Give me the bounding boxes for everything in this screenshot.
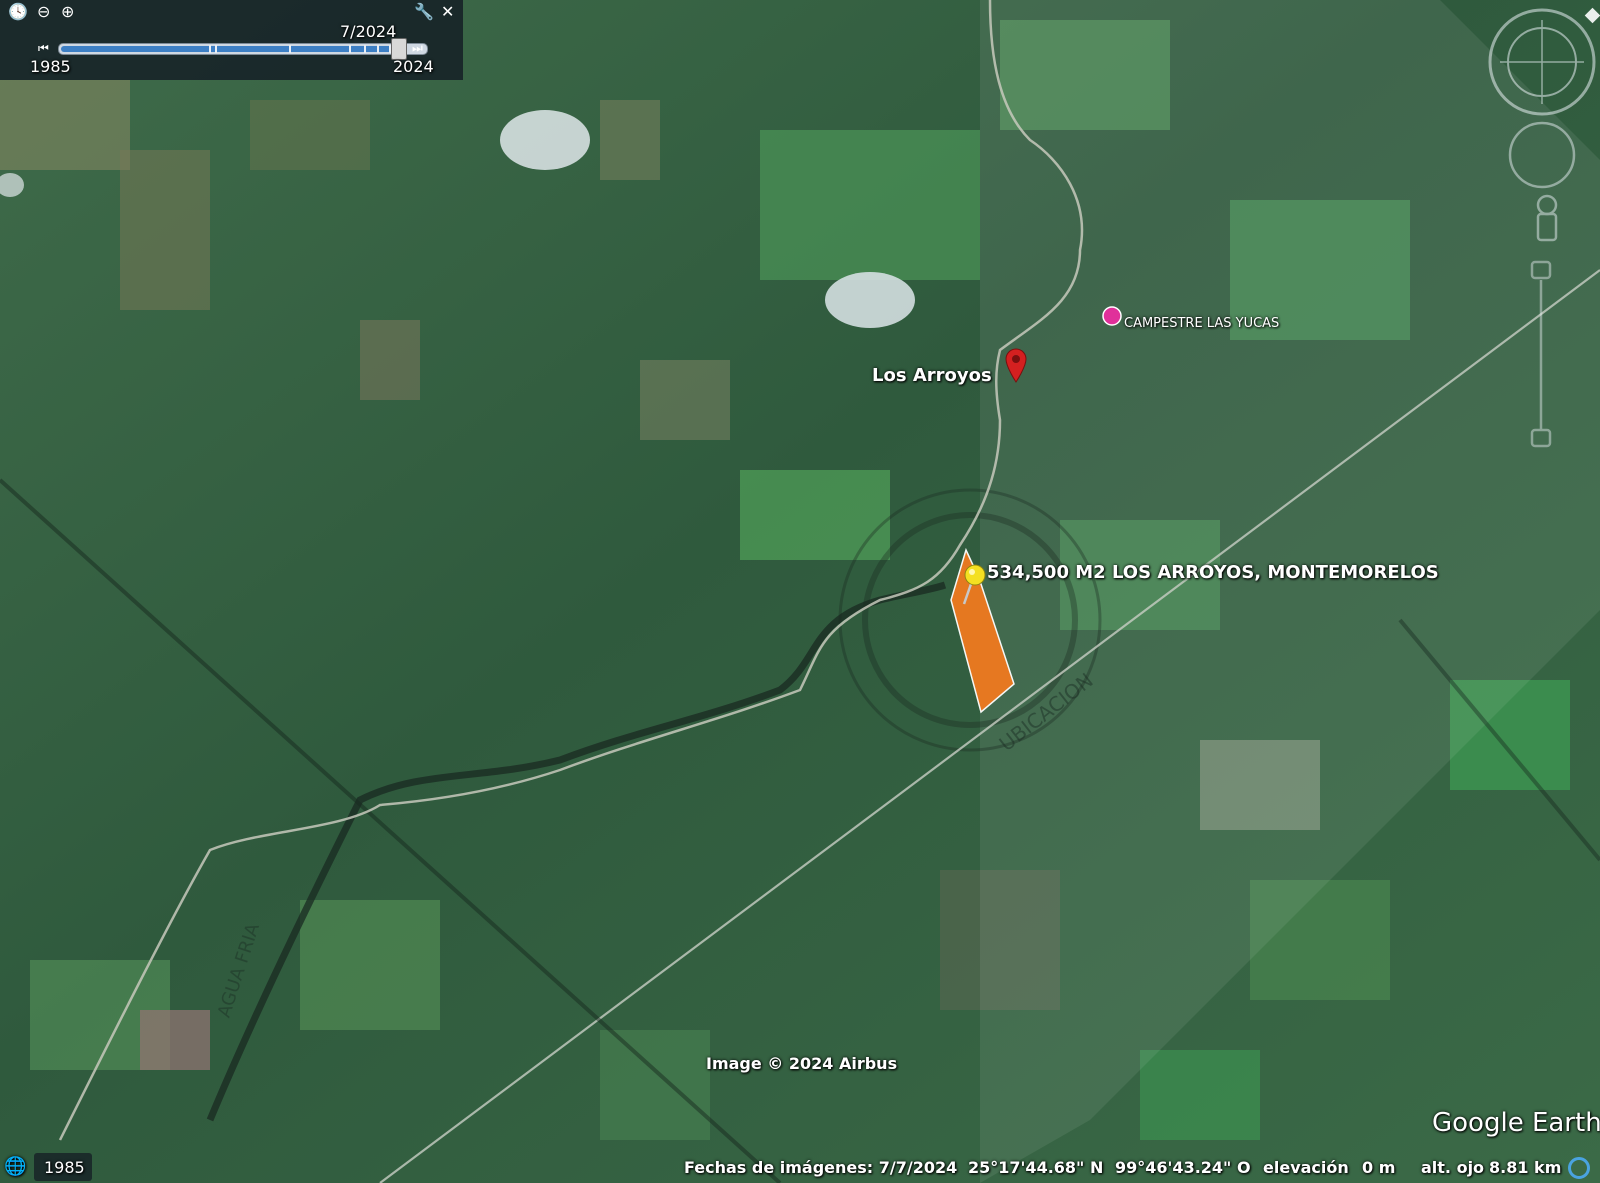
- status-bar: 🌐 1985 Fechas de imágenes: 7/7/2024 25°1…: [0, 1153, 1600, 1183]
- satellite-map[interactable]: [0, 0, 1600, 1183]
- step-back-icon[interactable]: ⏮: [38, 41, 49, 56]
- parcel-label[interactable]: 534,500 M2 LOS ARROYOS, MONTEMORELOS: [987, 562, 1439, 583]
- globe-icon[interactable]: 🌐: [4, 1156, 26, 1177]
- zoom-out-icon[interactable]: ⊖: [37, 2, 50, 21]
- time-tick: [349, 45, 351, 53]
- attribution-label: Image © 2024 Airbus: [706, 1054, 898, 1073]
- time-tick: [215, 45, 217, 53]
- wrench-icon[interactable]: 🔧: [414, 2, 434, 21]
- place-label[interactable]: Los Arroyos: [872, 365, 992, 386]
- current-date-label: 7/2024: [340, 22, 397, 41]
- time-tick: [209, 45, 211, 53]
- look-joystick-icon[interactable]: [1508, 121, 1576, 189]
- navigation-controls: [1488, 7, 1600, 448]
- step-forward-icon[interactable]: ⏭: [412, 41, 423, 56]
- start-year-label: 1985: [30, 57, 71, 76]
- longitude: 99°46'43.24" O: [1115, 1158, 1251, 1177]
- end-year-label: 2024: [393, 57, 434, 76]
- zoom-slider-icon[interactable]: [1530, 260, 1552, 448]
- poi-icon[interactable]: [1102, 306, 1122, 326]
- poi-label[interactable]: CAMPESTRE LAS YUCAS: [1124, 316, 1279, 331]
- place-pin-icon[interactable]: [1005, 348, 1027, 384]
- google-earth-logo: Google Earth: [1432, 1108, 1600, 1138]
- history-year: 1985: [44, 1158, 85, 1177]
- time-tick: [364, 45, 366, 53]
- time-slider-track[interactable]: [58, 43, 428, 55]
- time-tick: [289, 45, 291, 53]
- eye-altitude-label: alt. ojo: [1421, 1158, 1485, 1177]
- historical-imagery-panel: 🕓 ⊖ ⊕ 🔧 ✕ 7/2024 ⏮ ⏭ 1985 2024: [0, 0, 463, 80]
- compass-icon[interactable]: [1488, 8, 1596, 116]
- imagery-date: Fechas de imágenes: 7/7/2024: [684, 1158, 958, 1177]
- eye-altitude-value: 8.81 km: [1489, 1158, 1562, 1177]
- clock-icon[interactable]: 🕓: [8, 2, 28, 21]
- elevation-label: elevación: [1263, 1158, 1349, 1177]
- elevation-value: 0 m: [1362, 1158, 1396, 1177]
- latitude: 25°17'44.68" N: [968, 1158, 1104, 1177]
- north-icon[interactable]: [1584, 7, 1600, 24]
- time-tick: [377, 45, 379, 53]
- close-icon[interactable]: ✕: [441, 2, 454, 21]
- zoom-in-icon[interactable]: ⊕: [61, 2, 74, 21]
- streaming-icon: [1568, 1157, 1590, 1179]
- pushpin-icon[interactable]: [955, 560, 991, 606]
- pegman-icon[interactable]: [1536, 194, 1558, 242]
